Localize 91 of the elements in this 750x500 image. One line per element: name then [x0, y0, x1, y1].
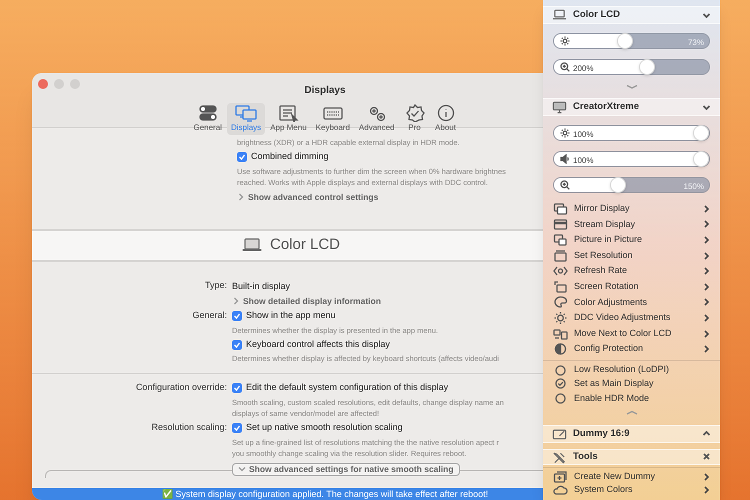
- slider[interactable]: 100%: [553, 151, 710, 167]
- field-label: Type:: [204, 280, 227, 290]
- slider-thumb[interactable]: [616, 33, 633, 49]
- sun-icon: [553, 310, 568, 325]
- monitor-icon: [552, 100, 567, 114]
- checkbox[interactable]: [232, 383, 242, 393]
- toolbar-tab[interactable]: About: [430, 103, 460, 135]
- close-icon: [702, 452, 711, 462]
- section-header[interactable]: Tools: [543, 448, 720, 465]
- close-button[interactable]: [38, 79, 48, 89]
- window-icon: [553, 248, 568, 263]
- badge-check-icon: [404, 104, 426, 122]
- slider-thumb[interactable]: [638, 59, 655, 75]
- section-title: Tools: [573, 450, 599, 464]
- disclosure-button[interactable]: Show advanced control settings: [237, 190, 378, 204]
- menu-item[interactable]: Stream Display: [543, 216, 720, 232]
- menu-item[interactable]: DDC Video Adjustments: [543, 310, 720, 326]
- chevron-icon: [237, 193, 245, 201]
- menu-item[interactable]: Create New Dummy: [543, 466, 720, 482]
- menu-item[interactable]: Refresh Rate: [543, 263, 720, 279]
- disclosure-button[interactable]: Show detailed display information: [232, 294, 381, 308]
- menu-item[interactable]: Config Protection: [543, 341, 720, 357]
- checkbox[interactable]: [232, 423, 242, 433]
- section-title: Color LCD: [270, 234, 340, 255]
- menu-item[interactable]: Enable HDR Mode: [543, 391, 720, 407]
- toolbar-tab[interactable]: Keyboard: [312, 103, 354, 135]
- slider-thumb[interactable]: [693, 125, 709, 141]
- checkbox[interactable]: [237, 152, 247, 162]
- field-label: General:: [192, 310, 227, 320]
- toggle-switches-icon: [196, 104, 219, 122]
- menu-item[interactable]: Picture in Picture: [543, 232, 720, 248]
- picture-in-picture-icon: [553, 232, 568, 247]
- banner-text: ✅ System display configuration applied. The changes will take effect after reboot!: [162, 488, 488, 500]
- sun-icon: [560, 128, 570, 138]
- pencil-rectangle-icon: [552, 426, 567, 441]
- sun-icon: [560, 36, 570, 46]
- toolbar-tab[interactable]: Pro: [400, 103, 430, 135]
- stacked-windows-icon: [553, 217, 568, 232]
- disclosure-button[interactable]: Show advanced settings for native smooth scaling: [232, 462, 460, 476]
- side-by-side-icon: [553, 326, 568, 341]
- field-value: Built-in display: [232, 280, 290, 293]
- checkbox[interactable]: [232, 311, 242, 321]
- toolbar-tab[interactable]: Advanced: [354, 103, 398, 135]
- slider-value: 100%: [573, 155, 594, 167]
- section-header[interactable]: CreatorXtreme: [543, 98, 720, 116]
- overlapping-squares-icon: [553, 202, 568, 216]
- slider-thumb[interactable]: [693, 151, 709, 167]
- section-title: Dummy 16:9: [573, 426, 630, 441]
- field-label: Configuration override:: [136, 382, 227, 392]
- toolbar-tab[interactable]: App Menu: [266, 103, 311, 135]
- menu-item[interactable]: Set Resolution: [543, 248, 720, 264]
- plus-window-icon: [553, 470, 568, 484]
- checkbox-label: Keyboard control affects this display: [246, 338, 390, 351]
- palette-icon: [553, 295, 568, 310]
- slider-value: 100%: [573, 129, 594, 141]
- two-monitors-icon: [235, 104, 258, 122]
- section-header[interactable]: Color LCD: [543, 6, 720, 24]
- menu-item[interactable]: Screen Rotation: [543, 278, 720, 295]
- checkbox-label: Show in the app menu: [246, 309, 336, 322]
- section-title: CreatorXtreme: [573, 100, 640, 114]
- window-title: Displays: [304, 85, 346, 96]
- slider-value: 200%: [573, 63, 594, 75]
- slider[interactable]: 100%: [553, 125, 710, 141]
- checkbox-label: Set up native smooth resolution scaling: [246, 421, 403, 434]
- chevron-icon: [232, 297, 240, 305]
- toolbar-tab[interactable]: General: [189, 103, 226, 135]
- menu-item[interactable]: Mirror Display: [543, 201, 720, 217]
- section-header[interactable]: Dummy 16:9: [543, 424, 720, 443]
- section-title: Color LCD: [573, 8, 621, 22]
- menu-item[interactable]: Low Resolution (LoDPI): [543, 360, 720, 376]
- speaker-icon: [560, 154, 570, 164]
- menu-item[interactable]: System Colors: [543, 482, 720, 498]
- zoom-in-icon: [560, 62, 570, 72]
- slider-value: 73%: [688, 37, 704, 49]
- rotate-screen-icon: [553, 280, 568, 294]
- laptop-icon: [552, 8, 567, 22]
- chevron-icon: [238, 465, 246, 473]
- slider[interactable]: 200%: [553, 59, 710, 75]
- slider-thumb[interactable]: [610, 177, 626, 193]
- checkbox-label: Edit the default system configuration of this display: [246, 381, 448, 394]
- menu-cursor-icon: [277, 104, 300, 122]
- menu-item[interactable]: Move Next to Color LCD: [543, 326, 720, 342]
- menu-item[interactable]: Set as Main Display: [543, 376, 720, 392]
- checkbox-label: Combined dimming: [251, 150, 329, 164]
- laptop-icon: [242, 238, 262, 252]
- zoom-in-icon: [560, 180, 570, 190]
- field-label: Resolution scaling:: [151, 422, 227, 432]
- tools-icon: [552, 450, 567, 464]
- checkbox[interactable]: [232, 340, 242, 350]
- menu-item[interactable]: Color Adjustments: [543, 294, 720, 310]
- slider-value: 150%: [684, 181, 704, 193]
